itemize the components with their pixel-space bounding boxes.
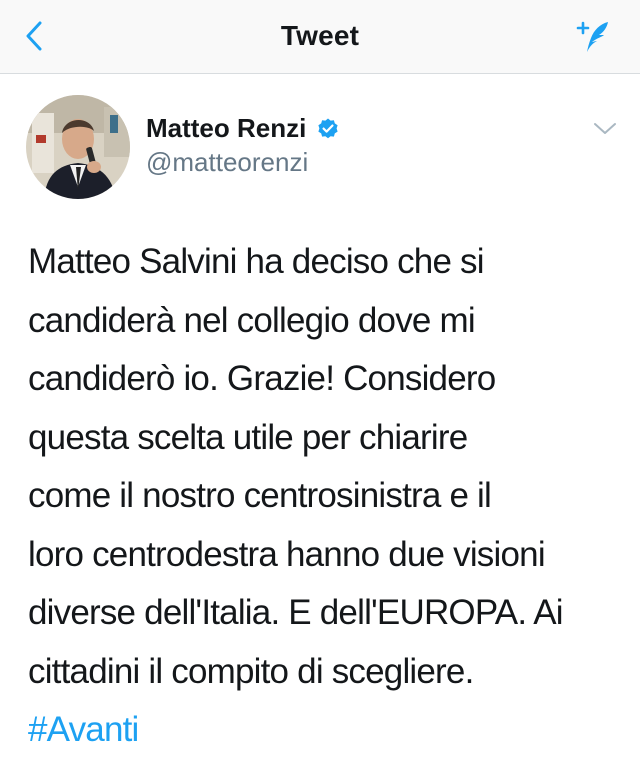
author-name-text: Matteo Renzi bbox=[146, 113, 307, 143]
compose-tweet-icon bbox=[576, 21, 608, 52]
tweet: Matteo Renzi @matteorenzi Matteo Salvini… bbox=[0, 75, 640, 782]
compose-tweet-button[interactable] bbox=[572, 14, 618, 60]
navigation-bar: Tweet bbox=[0, 0, 640, 74]
tweet-text-line: candiderà nel collegio dove mi bbox=[28, 300, 476, 340]
avatar[interactable] bbox=[26, 95, 130, 199]
tweet-text-line: candiderò io. Grazie! Considero bbox=[28, 359, 496, 398]
author-name[interactable]: Matteo Renzi bbox=[146, 113, 340, 144]
chevron-down-icon[interactable] bbox=[592, 119, 618, 139]
tweet-text: Matteo Salvini ha deciso che si candider… bbox=[28, 233, 628, 760]
hashtag-link[interactable]: #Avanti bbox=[28, 701, 628, 760]
page-title: Tweet bbox=[280, 20, 360, 51]
tweet-text-line: questa scelta utile per chiarire bbox=[28, 417, 468, 457]
verified-badge-icon bbox=[318, 118, 338, 138]
tweet-text-line: Matteo Salvini ha deciso che si bbox=[28, 242, 485, 281]
tweet-text-line: come il nostro centrosinistra e il bbox=[28, 476, 492, 515]
author-handle[interactable]: @matteorenzi bbox=[146, 147, 308, 178]
tweet-text-line: diverse dell'Italia. E dell'EUROPA. Ai bbox=[28, 593, 564, 632]
tweet-text-line: cittadini il compito di scegliere. bbox=[28, 651, 474, 691]
tweet-text-line: loro centrodestra hanno due visioni bbox=[28, 534, 546, 574]
author-photo bbox=[26, 95, 130, 199]
